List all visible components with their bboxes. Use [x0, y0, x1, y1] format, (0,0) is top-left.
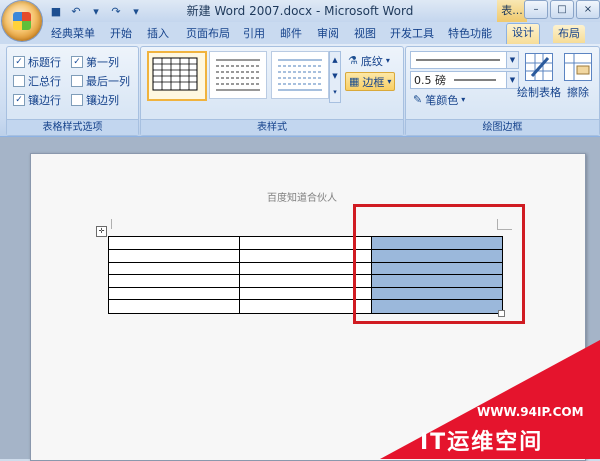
tab-special-features[interactable]: 特色功能 [448, 25, 492, 43]
shading-label: 底纹 [360, 54, 383, 68]
line-weight-combo[interactable]: 0.5 磅 ▼ [410, 71, 519, 89]
page-header-text: 百度知道合伙人 [267, 193, 337, 204]
checkbox-box [13, 75, 25, 87]
tab-developer[interactable]: 开发工具 [390, 25, 434, 43]
undo-icon[interactable]: ↶ [68, 3, 84, 19]
minimize-button[interactable]: – [524, 0, 548, 19]
tab-design[interactable]: 设计 [506, 23, 540, 45]
eraser-icon [564, 53, 592, 81]
eraser-label: 擦除 [567, 86, 589, 99]
checkbox-box: ✓ [13, 94, 25, 106]
group-label: 表格样式选项 [7, 119, 138, 135]
checkbox-label: 镶边列 [86, 94, 119, 107]
close-button[interactable]: × [576, 0, 600, 19]
table-style-plain[interactable] [209, 51, 267, 99]
checkbox-box: ✓ [71, 56, 83, 68]
border-grid-icon: ▦ [349, 75, 360, 88]
checkbox-label: 汇总行 [28, 75, 61, 88]
chevron-down-icon: ▾ [385, 56, 390, 65]
table-move-handle[interactable]: ✛ [96, 226, 107, 237]
paint-bucket-icon: ⚗ [348, 54, 358, 67]
pen-color-label: 笔颜色 [425, 93, 459, 107]
banded-columns-checkbox[interactable]: 镶边列 [71, 92, 119, 108]
pen-color-button[interactable]: ✎ 笔颜色 ▾ [410, 91, 468, 108]
title-bar: 新建 Word 2007.docx - Microsoft Word ■ ↶ ▾… [0, 0, 600, 23]
total-row-checkbox[interactable]: 汇总行 [13, 73, 61, 89]
tab-view[interactable]: 视图 [354, 25, 376, 43]
chevron-down-icon: ▾ [387, 77, 392, 86]
draw-borders-group: ▼ 0.5 磅 ▼ ✎ 笔颜色 ▾ 绘制表格 擦除 绘图边框 [405, 46, 600, 136]
borders-button[interactable]: ▦ 边框 ▾ [345, 72, 396, 91]
checkbox-label: 最后一列 [86, 75, 130, 88]
watermark-url: WWW.94IP.COM [477, 405, 584, 419]
tab-mailings[interactable]: 邮件 [280, 25, 302, 43]
tab-references[interactable]: 引用 [243, 25, 265, 43]
line-style-preview [416, 59, 500, 61]
checkbox-box [71, 75, 83, 87]
last-column-checkbox[interactable]: 最后一列 [71, 73, 130, 89]
office-button[interactable] [2, 1, 42, 41]
chevron-down-icon: ▾ [461, 95, 466, 104]
draw-table-label: 绘制表格 [517, 86, 561, 99]
checkbox-box [71, 94, 83, 106]
redo-icon[interactable]: ↷ [108, 3, 124, 19]
borders-label: 边框 [362, 75, 385, 89]
table-style-gallery [147, 51, 329, 103]
checkbox-label: 镶边行 [28, 94, 61, 107]
draw-table-button[interactable]: 绘制表格 [516, 51, 562, 103]
tab-layout[interactable]: 布局 [553, 25, 585, 43]
header-row-checkbox[interactable]: ✓ 标题行 [13, 54, 61, 70]
context-tab-title: 表... [497, 0, 527, 22]
quick-access-toolbar: ■ ↶ ▾ ↷ ▾ [48, 2, 144, 20]
first-column-checkbox[interactable]: ✓ 第一列 [71, 54, 119, 70]
watermark-name: IT运维空间 [420, 430, 544, 455]
table-styles-group: ▲ ▼ ▾ ⚗ 底纹 ▾ ▦ 边框 ▾ 表样式 [140, 46, 404, 136]
ribbon: ✓ 标题行 ✓ 第一列 汇总行 最后一列 ✓ 镶边行 镶边列 表格样式选项 ▲ … [0, 44, 600, 137]
ribbon-tabs: 经典菜单 开始 插入 页面布局 引用 邮件 审阅 视图 开发工具 特色功能 设计… [0, 22, 600, 45]
tab-page-layout[interactable]: 页面布局 [186, 25, 230, 43]
group-label: 绘图边框 [406, 119, 599, 135]
checkbox-label: 标题行 [28, 56, 61, 69]
maximize-button[interactable]: □ [550, 0, 574, 19]
highlight-box [353, 204, 525, 324]
customize-qat-icon[interactable]: ▾ [128, 3, 144, 19]
table-style-blue[interactable] [271, 51, 329, 99]
table-style-options-group: ✓ 标题行 ✓ 第一列 汇总行 最后一列 ✓ 镶边行 镶边列 表格样式选项 [6, 46, 139, 136]
draw-table-icon [525, 53, 553, 81]
checkbox-label: 第一列 [86, 56, 119, 69]
gallery-more-icon[interactable]: ▾ [330, 84, 340, 100]
scroll-up-icon[interactable]: ▲ [330, 52, 340, 68]
pen-icon: ✎ [413, 93, 423, 106]
tab-home[interactable]: 开始 [110, 25, 132, 43]
save-icon[interactable]: ■ [48, 3, 64, 19]
line-weight-value: 0.5 磅 [414, 74, 446, 87]
scroll-down-icon[interactable]: ▼ [330, 68, 340, 84]
group-label: 表样式 [141, 119, 403, 135]
eraser-button[interactable]: 擦除 [559, 51, 597, 103]
banded-rows-checkbox[interactable]: ✓ 镶边行 [13, 92, 61, 108]
tab-insert[interactable]: 插入 [147, 25, 169, 43]
checkbox-box: ✓ [13, 56, 25, 68]
tab-classic-menu[interactable]: 经典菜单 [51, 25, 95, 43]
shading-button[interactable]: ⚗ 底纹 ▾ [345, 52, 393, 69]
line-style-combo[interactable]: ▼ [410, 51, 519, 69]
gallery-scroll[interactable]: ▲ ▼ ▾ [329, 51, 341, 103]
line-weight-preview [454, 79, 496, 81]
table-style-grid[interactable] [147, 51, 207, 101]
window-controls: – □ × [524, 0, 600, 19]
tab-review[interactable]: 审阅 [317, 25, 339, 43]
dropdown-arrow-icon[interactable]: ▾ [88, 3, 104, 19]
